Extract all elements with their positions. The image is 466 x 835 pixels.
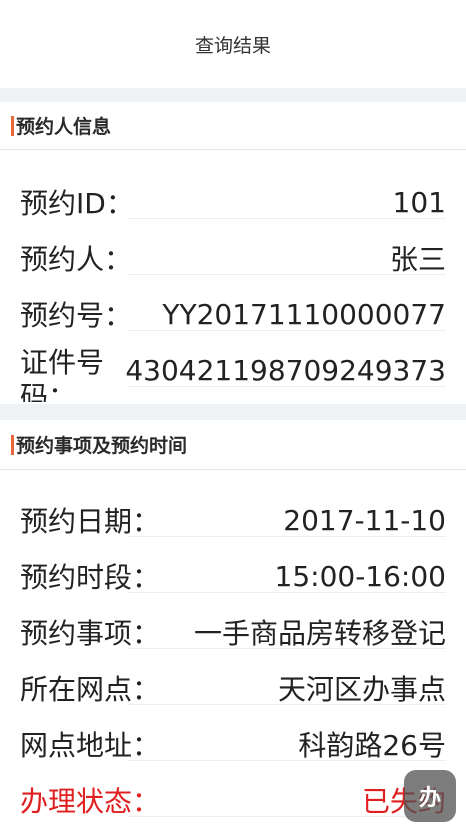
field-label: 所在网点： [20,673,161,706]
field-value: 101 [392,185,446,219]
row-divider [128,816,446,817]
section-accent-bar [11,115,14,136]
page-header: 查询结果 [0,0,466,88]
info-row-branch: 所在网点： 天河区办事点 [20,660,446,716]
field-label: 证件号码： [20,346,105,402]
info-row-service: 预约事项： 一手商品房转移登记 [20,604,446,660]
info-row-booking-number: 预约号： YY20171110000077 [20,286,446,342]
field-label: 预约ID： [20,187,134,220]
info-row-applicant: 预约人： 张三 [20,230,446,286]
row-divider [128,274,446,275]
info-row-time-slot: 预约时段： 15:00-16:00 [20,548,446,604]
field-label: 预约日期： [20,505,161,538]
info-row-branch-address: 网点地址： 科韵路26号 [20,716,446,772]
field-value: 15:00-16:00 [274,559,447,593]
field-value: 科韵路26号 [298,729,446,762]
field-label: 预约号： [20,299,133,332]
field-label: 网点地址： [20,729,161,762]
row-divider [128,386,446,387]
row-divider [128,218,446,219]
row-divider [128,704,446,705]
row-divider [128,330,446,331]
field-label: 预约时段： [20,561,161,594]
section-header-appointment: 预约事项及预约时间 [0,420,466,470]
section-accent-bar [11,434,14,455]
section-divider [0,404,466,420]
page-title: 查询结果 [194,34,271,57]
row-divider [128,648,446,649]
field-label: 预约事项： [20,617,161,650]
section-title: 预约事项及预约时间 [16,435,188,457]
section-header-applicant: 预约人信息 [0,102,466,150]
section-divider [0,88,466,102]
floating-button-label: 办 [418,786,441,811]
section-title: 预约人信息 [16,116,112,138]
info-row-id-number: 证件号码： 430421198709249373 [20,342,446,402]
field-value: 一手商品房转移登记 [193,617,446,650]
row-divider [128,592,446,593]
info-row-date: 预约日期： 2017-11-10 [20,492,446,548]
field-label: 办理状态： [20,785,161,818]
field-value: 张三 [389,243,446,276]
row-divider [128,536,446,537]
field-value: YY20171110000077 [162,297,446,331]
floating-action-button[interactable]: 办 [404,770,456,822]
field-value: 430421198709249373 [125,353,446,387]
field-value: 2017-11-10 [283,503,446,537]
info-row-booking-id: 预约ID： 101 [20,174,446,230]
info-row-status: 办理状态： 已失约 [20,772,446,828]
row-divider [128,760,446,761]
field-value: 天河区办事点 [277,673,446,706]
field-label: 预约人： [20,243,133,276]
